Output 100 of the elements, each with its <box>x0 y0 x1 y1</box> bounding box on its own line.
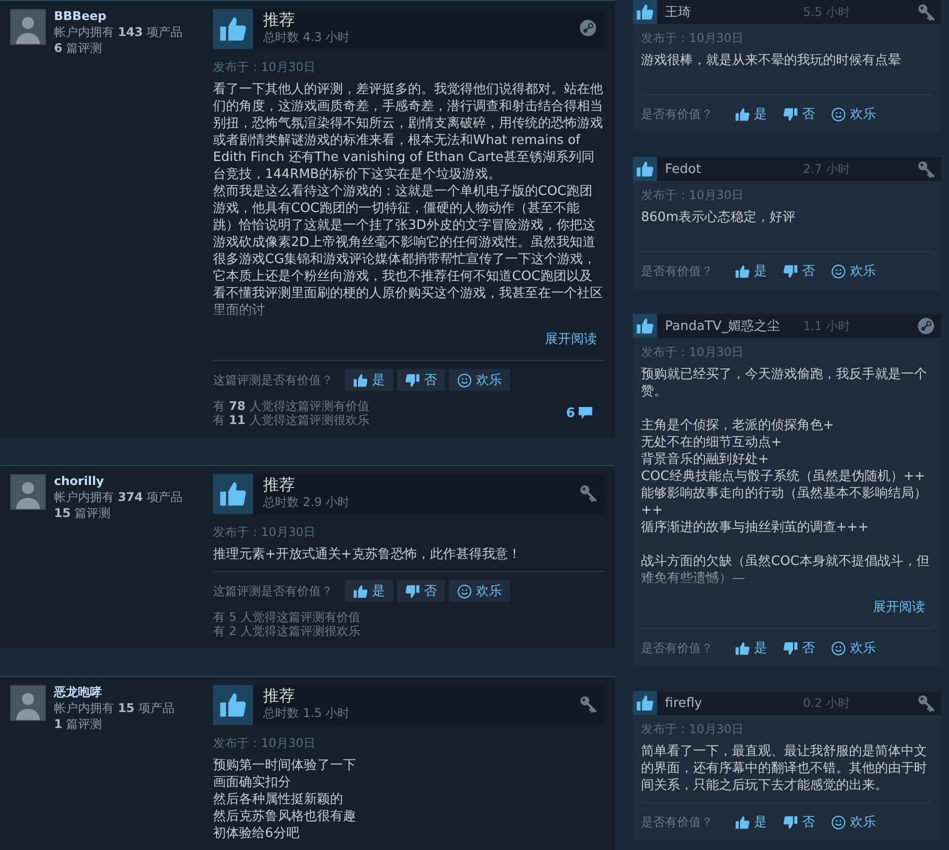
review-text: 看了一下其他人的评测，差评挺多的。我觉得他们说得都对。站在他们的角度，这游戏画质奇差，手感奇差，潜行调查和射击结合得相当别扭，恐怖气氛渲染得不知所云，剧情支离破碎，用传统的恐怖游戏或者剧情类解谜游戏的标准来看，根本无法和What remains of Edith Finch 还有The vanishing of Ethan Carte甚至锈湖系列同台竞技，144RMB的标价下这实在是个垃圾游戏。 <box>213 81 604 183</box>
review-text: 然后各种属性挺新颖的 <box>213 791 344 808</box>
thumbs-up-icon <box>213 685 253 725</box>
expand-link[interactable]: 展开阅读 <box>545 331 597 348</box>
funny-button[interactable]: 欢乐 <box>449 580 510 602</box>
yes-button[interactable]: 是 <box>729 811 773 833</box>
author-name[interactable]: PandaTV_媚惑之尘 <box>665 317 795 335</box>
playtime: 总时数 4.3 小时 <box>263 30 351 45</box>
playtime: 总时数 2.9 小时 <box>263 495 351 510</box>
author-name[interactable]: 恶龙咆哮 <box>54 685 174 700</box>
funny-button[interactable]: 欢乐 <box>825 260 882 282</box>
posted-date: 发布于：10月30日 <box>641 721 745 737</box>
review-text: 预购第一时间体验了一下 <box>213 757 357 774</box>
vote-stat: 有 2 人觉得这篇评测很欢乐 <box>213 624 362 638</box>
review-text: 游戏很棒，就是从来不晕的我玩的时候有点晕 <box>641 52 902 69</box>
yes-button[interactable]: 是 <box>345 369 393 391</box>
author-name[interactable]: BBBeep <box>54 9 183 24</box>
no-button[interactable]: 否 <box>397 369 445 391</box>
yes-button[interactable]: 是 <box>345 580 393 602</box>
key-icon <box>917 160 935 178</box>
author-name[interactable]: chorilly <box>54 474 183 489</box>
avatar <box>10 685 46 721</box>
review-text: 无处不在的细节互动点+ <box>641 434 783 451</box>
expand-link[interactable]: 展开阅读 <box>873 599 925 616</box>
yes-button[interactable]: 是 <box>729 637 773 659</box>
smile-icon <box>831 640 846 656</box>
reviews-count: 15 篇评测 <box>54 505 112 521</box>
smile-icon <box>831 264 846 278</box>
funny-button[interactable]: 欢乐 <box>449 369 510 391</box>
no-button[interactable]: 否 <box>777 103 821 125</box>
review-text: 然而我是这么看待这个游戏的：这就是一个单机电子版的COC跑团游戏，他具有COC跑团的一切特征，僵硬的人物动作（甚至不能跳）恰恰说明了这就是一个挂了张3D外皮的文字冒险游戏，你把这游戏砍成像素2D上帝视角丝毫不影响它的任何游戏性。虽然我知道很多游戏CG集锦和游戏评论媒体都捎带帮忙宣传了一下这个游戏，它本质上还是个粉丝向游戏，我也不推荐任何不知道COC跑团以及看不懂我评测里面刷的梗的人原价购买这个游戏，我甚至在一个社区里面的讨 <box>213 183 604 319</box>
review-text: 战斗方面的欠缺（虽然COC本身就不提倡战斗，但难免有些遗憾）— <box>641 553 930 587</box>
posted-date: 发布于：10月30日 <box>213 524 317 540</box>
key-icon <box>579 695 597 713</box>
yes-button[interactable]: 是 <box>729 103 773 125</box>
thumbs-up-icon <box>735 264 750 278</box>
review-text: 推理元素+开放式通关+克苏鲁恐怖，此作甚得我意！ <box>213 546 522 563</box>
speech-bubble-icon <box>578 406 593 420</box>
no-button[interactable]: 否 <box>777 637 821 659</box>
comments-link[interactable]: 6 <box>566 406 593 420</box>
review-text: 主角是个侦探，老派的侦探角色+ <box>641 417 835 434</box>
review-text: 循序渐进的故事与抽丝剥茧的调查+++ <box>641 519 870 536</box>
key-icon <box>917 694 935 712</box>
thumbs-up-icon <box>633 157 657 181</box>
review-text: 能够影响故事走向的行动（虽然基本不影响结局）++ <box>641 485 928 519</box>
funny-button[interactable]: 欢乐 <box>825 103 882 125</box>
thumbs-up-icon <box>633 314 657 338</box>
reviews-count: 1 篇评测 <box>54 716 104 732</box>
thumbs-up-icon <box>213 474 253 514</box>
smile-icon <box>457 584 472 598</box>
author-name[interactable]: firefly <box>665 696 795 710</box>
yes-button[interactable]: 是 <box>729 260 773 282</box>
products-count: 帐户内拥有 143 项产品 <box>54 24 183 40</box>
thumbs-up-icon <box>735 106 750 122</box>
thumbs-up-icon <box>735 640 750 656</box>
review-text: 画面确实扣分 <box>213 774 292 791</box>
funny-button[interactable]: 欢乐 <box>825 811 882 833</box>
thumbs-up-icon <box>353 584 368 598</box>
smile-icon <box>457 372 472 388</box>
products-count: 帐户内拥有 374 项产品 <box>54 489 183 505</box>
thumbs-up-icon <box>353 372 368 388</box>
verdict: 推荐 <box>263 474 296 495</box>
thumbs-down-icon <box>405 372 420 388</box>
helpful-prompt: 是否有价值？ <box>641 262 713 280</box>
playtime: 2.7 小时 <box>803 160 850 178</box>
steam-icon <box>917 317 935 335</box>
no-button[interactable]: 否 <box>777 260 821 282</box>
thumbs-down-icon <box>783 814 798 830</box>
helpful-prompt: 这篇评测是否有价值？ <box>213 372 333 388</box>
review-text: 860m表示心态稳定，好评 <box>641 209 796 226</box>
posted-date: 发布于：10月30日 <box>213 735 317 751</box>
author-name[interactable]: 王琦 <box>665 3 795 21</box>
review-text: COC经典技能点与骰子系统（虽然是伪随机）++ <box>641 468 926 485</box>
smile-icon <box>831 106 846 122</box>
funny-button[interactable]: 欢乐 <box>825 637 882 659</box>
posted-date: 发布于：10月30日 <box>641 30 745 46</box>
author-name[interactable]: Fedot <box>665 162 795 176</box>
playtime: 5.5 小时 <box>803 4 850 20</box>
thumbs-up-icon <box>633 691 657 715</box>
verdict: 推荐 <box>263 9 296 30</box>
posted-date: 发布于：10月30日 <box>641 344 745 360</box>
review-text: 背景音乐的融到好处+ <box>641 451 770 468</box>
steam-icon <box>579 19 597 37</box>
reviews-count: 6 篇评测 <box>54 40 104 56</box>
thumbs-up-icon <box>633 0 657 24</box>
vote-stat: 有 78 人觉得这篇评测有价值 <box>213 399 370 413</box>
no-button[interactable]: 否 <box>397 580 445 602</box>
no-button[interactable]: 否 <box>777 811 821 833</box>
vote-stat: 有 11 人觉得这篇评测很欢乐 <box>213 413 370 427</box>
thumbs-up-icon <box>735 814 750 830</box>
review-text: 预购就已经买了，今天游戏偷跑，我反手就是一个赞。 <box>641 366 928 400</box>
key-icon <box>579 484 597 502</box>
review-text: 简单看了一下，最直观、最让我舒服的是简体中文的界面，还有序幕中的翻译也不错。其他的由于时间关系，只能之后玩下去才能感觉的出来。 <box>641 743 928 794</box>
thumbs-down-icon <box>783 640 798 656</box>
verdict: 推荐 <box>263 685 296 706</box>
thumbs-down-icon <box>405 584 420 598</box>
vote-stat: 有 5 人觉得这篇评测有价值 <box>213 610 362 624</box>
playtime: 0.2 小时 <box>803 694 850 712</box>
thumbs-down-icon <box>783 264 798 278</box>
products-count: 帐户内拥有 15 项产品 <box>54 700 174 716</box>
